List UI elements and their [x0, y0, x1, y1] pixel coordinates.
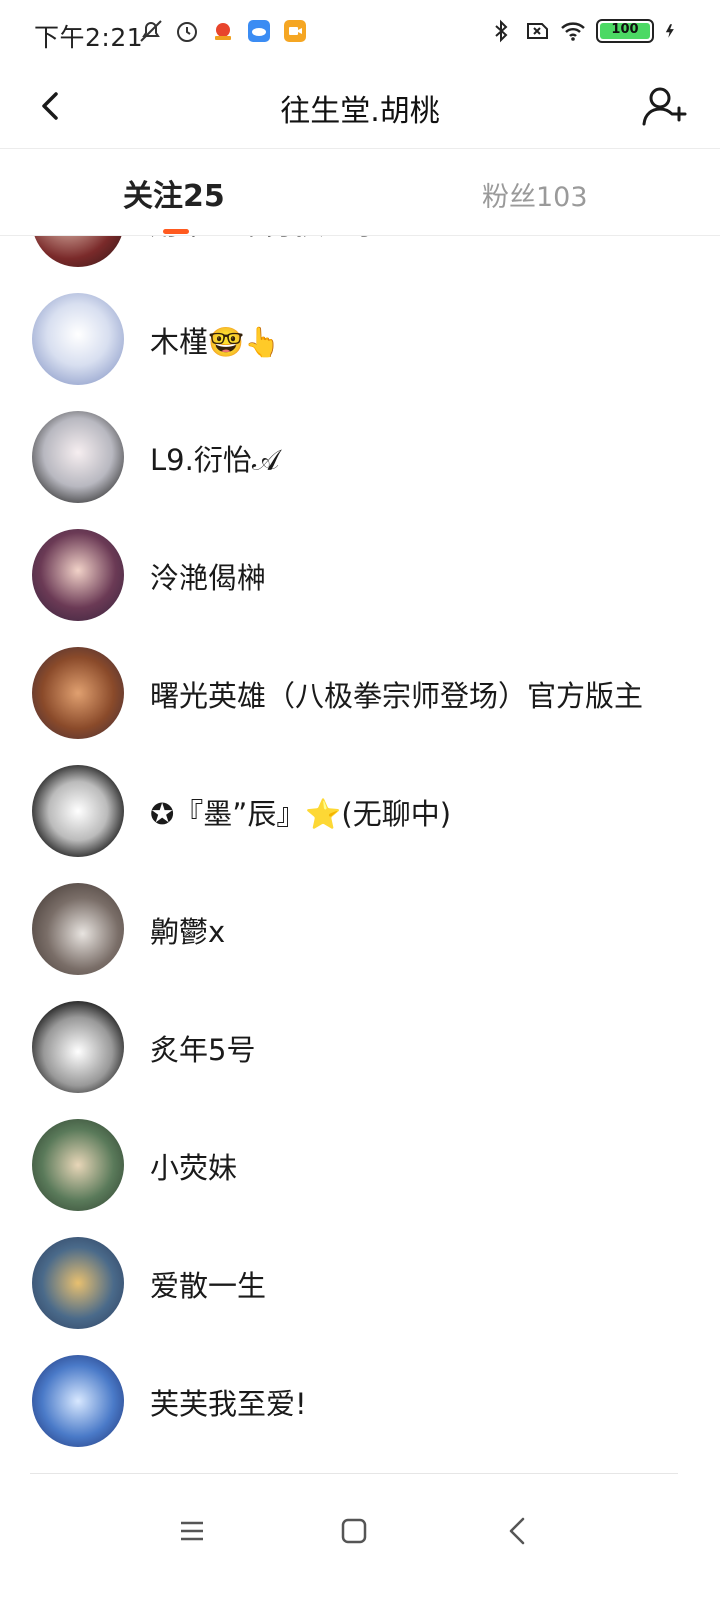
avatar[interactable] — [32, 883, 124, 975]
avatar[interactable] — [32, 293, 124, 385]
user-name: 泠滟偈榊 — [150, 561, 267, 595]
status-time: 下午2:21 — [34, 23, 144, 52]
notification-icons — [138, 18, 308, 44]
user-name: 用某人草身换公子 — [150, 235, 382, 243]
avatar[interactable] — [32, 1119, 124, 1211]
battery-level: 100 — [611, 22, 639, 37]
user-name: ✪『墨”辰』⭐(无聊中) — [150, 797, 452, 831]
charging-icon — [665, 24, 674, 38]
list-item[interactable]: 芙芙我至爱! — [0, 1343, 720, 1461]
user-name: 炙年5号 — [150, 1033, 256, 1067]
avatar[interactable] — [32, 1355, 124, 1447]
menu-icon[interactable] — [164, 1503, 220, 1559]
list-item[interactable]: 用某人草身换公子 — [0, 235, 720, 281]
home-icon[interactable] — [326, 1503, 382, 1559]
user-name: 曙光英雄（八极拳宗师登场）官方版主 — [150, 679, 644, 713]
video-app-icon — [284, 20, 306, 42]
user-name: 齁鬱x — [150, 915, 226, 949]
avatar[interactable] — [32, 529, 124, 621]
battery-icon: 100 — [596, 19, 654, 43]
status-right: 100 — [488, 18, 680, 44]
wifi-icon — [561, 22, 585, 41]
following-list: 用某人草身换公子 木槿🤓👆 L9.衍怡𝒜 泠滟偈榊 曙光英雄（八极拳宗师登场）官… — [0, 235, 720, 1473]
avatar[interactable] — [32, 647, 124, 739]
cloud-app-icon — [248, 20, 270, 42]
divider — [30, 1473, 678, 1474]
tab-fans[interactable]: 粉丝103 — [482, 175, 588, 214]
list-item[interactable]: ✪『墨”辰』⭐(无聊中) — [0, 753, 720, 871]
list-item[interactable]: 小荧妹 — [0, 1107, 720, 1225]
list-item[interactable]: 爱散一生 — [0, 1225, 720, 1343]
nav-back-icon[interactable] — [490, 1503, 546, 1559]
list-item[interactable]: 泠滟偈榊 — [0, 517, 720, 635]
alarm-icon — [177, 22, 197, 42]
user-name: 木槿🤓👆 — [150, 325, 281, 359]
header: 往生堂.胡桃 — [0, 68, 720, 149]
user-name: L9.衍怡𝒜 — [150, 443, 280, 477]
add-user-button[interactable] — [636, 80, 692, 136]
system-nav-bar — [0, 1473, 720, 1600]
avatar[interactable] — [32, 1237, 124, 1329]
user-name: 小荧妹 — [150, 1151, 238, 1185]
list-item[interactable]: 木槿🤓👆 — [0, 281, 720, 399]
list-item[interactable]: 曙光英雄（八极拳宗师登场）官方版主 — [0, 635, 720, 753]
tab-indicator — [163, 229, 189, 234]
status-bar: 下午2:21 100 — [0, 0, 720, 68]
app-red-icon — [215, 23, 231, 40]
avatar[interactable] — [32, 1001, 124, 1093]
list-item[interactable]: 齁鬱x — [0, 871, 720, 989]
avatar[interactable] — [32, 765, 124, 857]
avatar[interactable] — [32, 235, 124, 267]
bluetooth-icon — [495, 19, 508, 43]
list-item[interactable]: 炙年5号 — [0, 989, 720, 1107]
user-name: 芙芙我至爱! — [150, 1387, 307, 1421]
list-item[interactable]: L9.衍怡𝒜 — [0, 399, 720, 517]
page-title: 往生堂.胡桃 — [280, 94, 440, 129]
mute-icon — [140, 20, 162, 42]
tab-bar: 关注25 粉丝103 — [0, 149, 720, 236]
user-name: 爱散一生 — [150, 1269, 267, 1303]
no-sim-icon — [527, 23, 548, 39]
avatar[interactable] — [32, 411, 124, 503]
tab-following[interactable]: 关注25 — [123, 171, 225, 215]
